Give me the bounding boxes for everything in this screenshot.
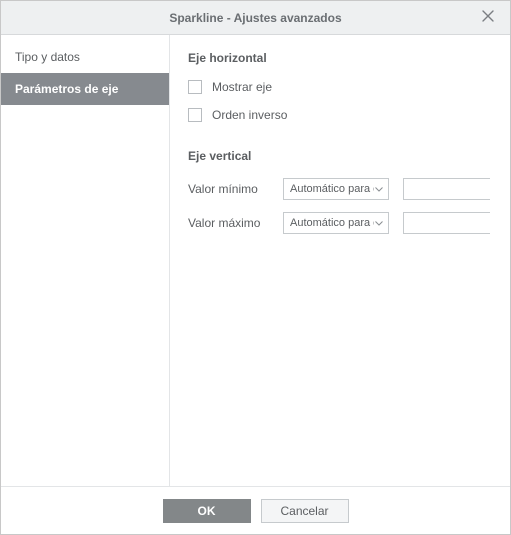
show-axis-checkbox-row[interactable]: Mostrar eje bbox=[188, 75, 490, 99]
tab-label: Parámetros de eje bbox=[15, 82, 118, 96]
dialog-title: Sparkline - Ajustes avanzados bbox=[1, 11, 510, 25]
chevron-down-icon bbox=[374, 221, 384, 226]
cancel-button[interactable]: Cancelar bbox=[261, 499, 349, 523]
section-title-horizontal: Eje horizontal bbox=[188, 51, 490, 65]
dialog: Sparkline - Ajustes avanzados Tipo y dat… bbox=[0, 0, 511, 535]
section-title-vertical: Eje vertical bbox=[188, 149, 490, 163]
settings-panel: Eje horizontal Mostrar eje Orden inverso… bbox=[170, 35, 510, 486]
button-label: OK bbox=[198, 504, 216, 518]
min-value-input[interactable] bbox=[404, 179, 510, 199]
close-button[interactable] bbox=[474, 1, 502, 35]
max-value-select[interactable]: Automático para cada bbox=[283, 212, 389, 234]
ok-button[interactable]: OK bbox=[163, 499, 251, 523]
dialog-body: Tipo y datos Parámetros de eje Eje horiz… bbox=[1, 35, 510, 486]
reverse-order-checkbox-row[interactable]: Orden inverso bbox=[188, 103, 490, 127]
select-value: Automático para cada bbox=[290, 183, 374, 195]
checkbox-icon bbox=[188, 80, 202, 94]
max-value-spinner bbox=[403, 212, 490, 234]
close-icon bbox=[482, 9, 494, 27]
max-value-row: Valor máximo Automático para cada bbox=[188, 207, 490, 239]
checkbox-icon bbox=[188, 108, 202, 122]
reverse-order-label: Orden inverso bbox=[212, 108, 287, 122]
min-value-spinner bbox=[403, 178, 490, 200]
min-value-row: Valor mínimo Automático para cada bbox=[188, 173, 490, 205]
min-value-select[interactable]: Automático para cada bbox=[283, 178, 389, 200]
max-value-input[interactable] bbox=[404, 213, 510, 233]
vertical-axis-section: Eje vertical Valor mínimo Automático par… bbox=[188, 149, 490, 239]
tab-axis-parameters[interactable]: Parámetros de eje bbox=[1, 73, 169, 105]
chevron-down-icon bbox=[374, 187, 384, 192]
tabs-sidebar: Tipo y datos Parámetros de eje bbox=[1, 35, 170, 486]
horizontal-axis-section: Eje horizontal Mostrar eje Orden inverso bbox=[188, 51, 490, 127]
dialog-footer: OK Cancelar bbox=[1, 486, 510, 534]
button-label: Cancelar bbox=[280, 504, 328, 518]
tab-label: Tipo y datos bbox=[15, 50, 80, 64]
titlebar: Sparkline - Ajustes avanzados bbox=[1, 1, 510, 35]
tab-type-and-data[interactable]: Tipo y datos bbox=[1, 41, 169, 73]
min-value-label: Valor mínimo bbox=[188, 182, 283, 196]
max-value-label: Valor máximo bbox=[188, 216, 283, 230]
show-axis-label: Mostrar eje bbox=[212, 80, 272, 94]
select-value: Automático para cada bbox=[290, 217, 374, 229]
